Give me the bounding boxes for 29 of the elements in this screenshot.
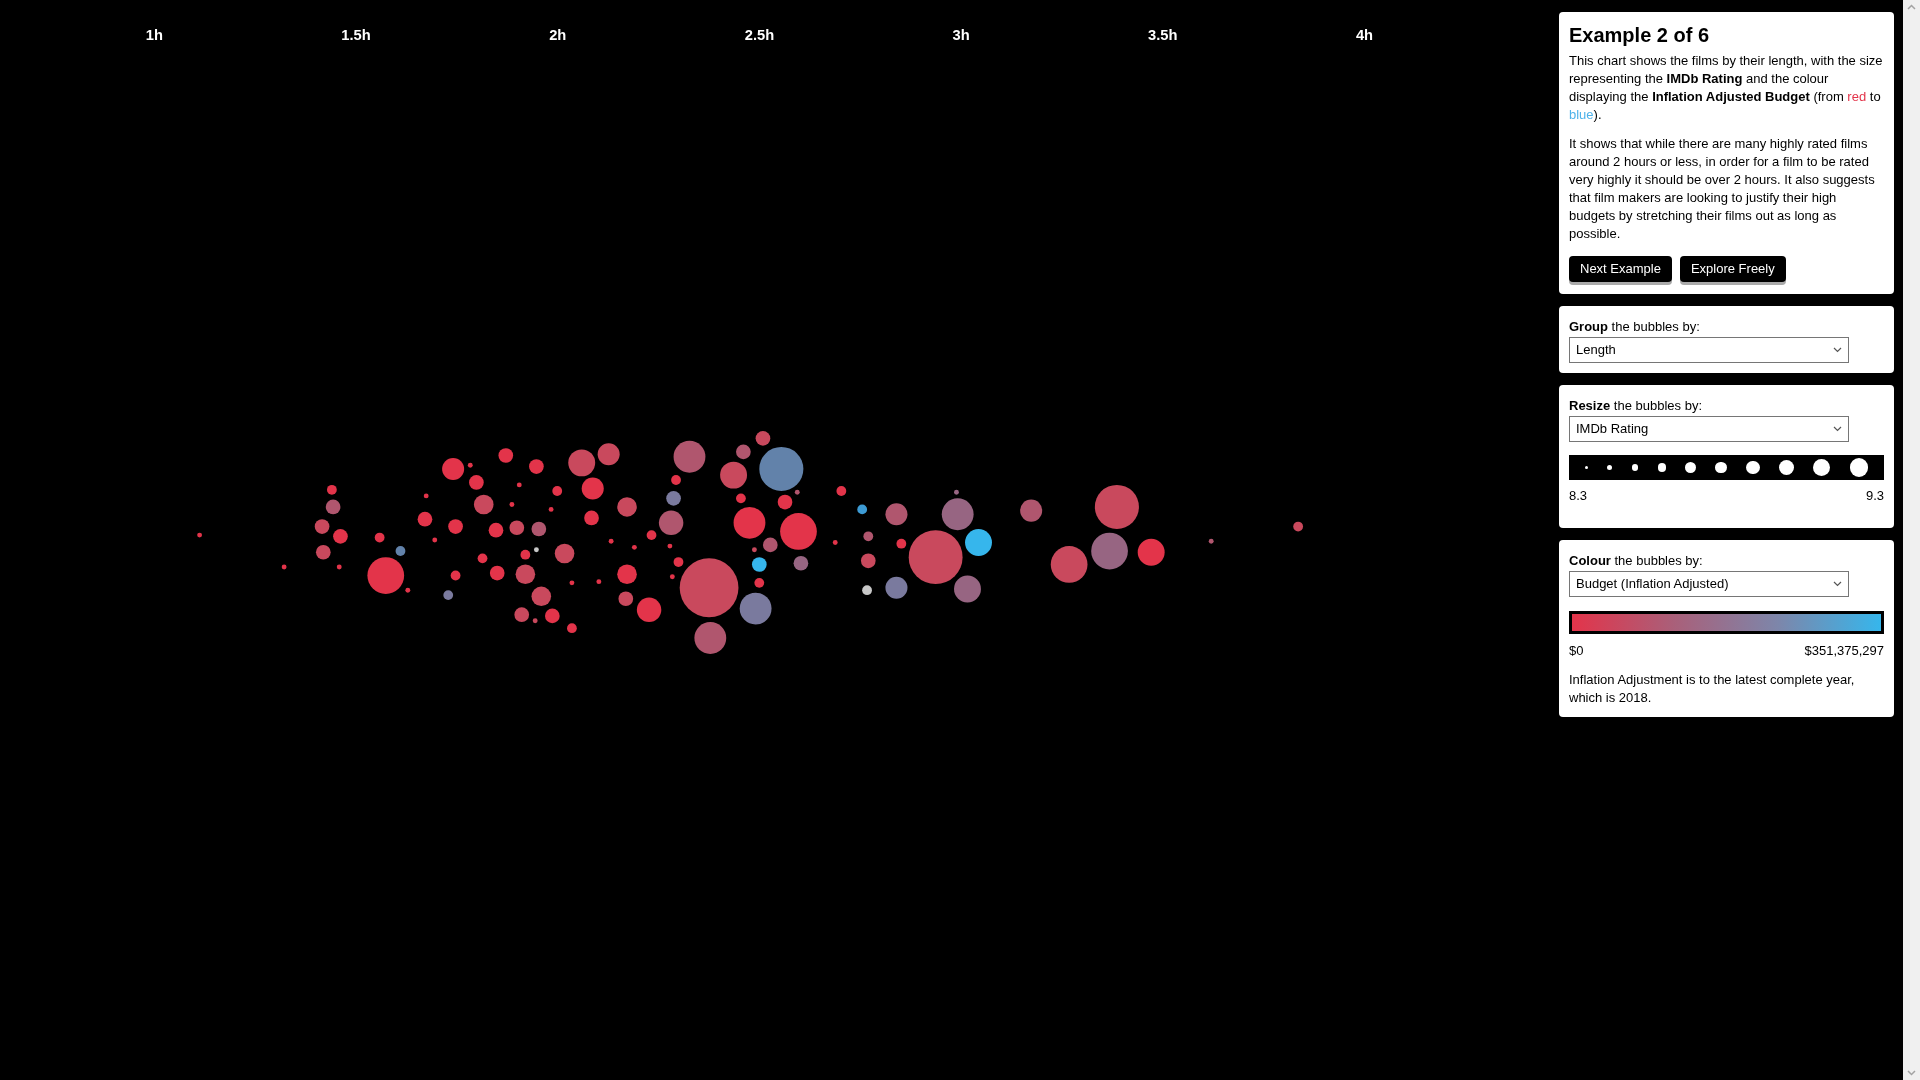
chevron-down-icon [1833,347,1842,353]
description-paragraph: This chart shows the films by their length, with the size representing the IMDb Rating and the colour displaying the Inflation Adjusted Budget (from red to blue). [1569,52,1884,124]
inflation-note: Inflation Adjustment is to the latest complete year, which is 2018. [1569,671,1856,707]
axis-label: 1.5h [341,27,371,44]
description-paragraph: It shows that while there are many highly rated films around 2 hours or less, in order for a film to be rated very highly it should be over 2 hours. It also suggests that film makers are looking to justify their high budgets by stretching their films out as long as possible. [1569,135,1876,243]
example-button[interactable]: Next Example [1569,256,1672,282]
scroll-up-icon[interactable] [1907,4,1916,10]
scroll-down-icon[interactable] [1907,1070,1916,1076]
control-label: Resize the bubbles by: [1569,397,1703,414]
axis-label: 2.5h [744,27,775,44]
chevron-down-icon [1833,426,1842,432]
dropdown[interactable]: IMDb Rating [1569,416,1849,442]
control-label: Group the bubbles by: [1569,318,1701,335]
example-title: Example 2 of 6 [1569,23,1711,48]
scrollbar[interactable] [1903,0,1920,1080]
axis-label: 3.5h [1148,27,1178,44]
dropdown[interactable]: Budget (Inflation Adjusted) [1569,570,1849,597]
axis-label: 2h [549,27,567,44]
legend-min-label: $0 [1569,641,1584,660]
axis-label: 4h [1355,27,1374,44]
legend-max-label: 9.3 [1865,487,1884,505]
legend-max-label: $351,375,297 [1804,641,1884,660]
dropdown[interactable]: Length [1569,337,1849,363]
axis-label: 3h [952,27,970,44]
axis-label: 1h [145,27,163,44]
control-label: Colour the bubbles by: [1569,551,1704,569]
example-button[interactable]: Explore Freely [1679,256,1786,282]
chevron-down-icon [1833,580,1842,587]
legend-min-label: 8.3 [1569,487,1588,505]
